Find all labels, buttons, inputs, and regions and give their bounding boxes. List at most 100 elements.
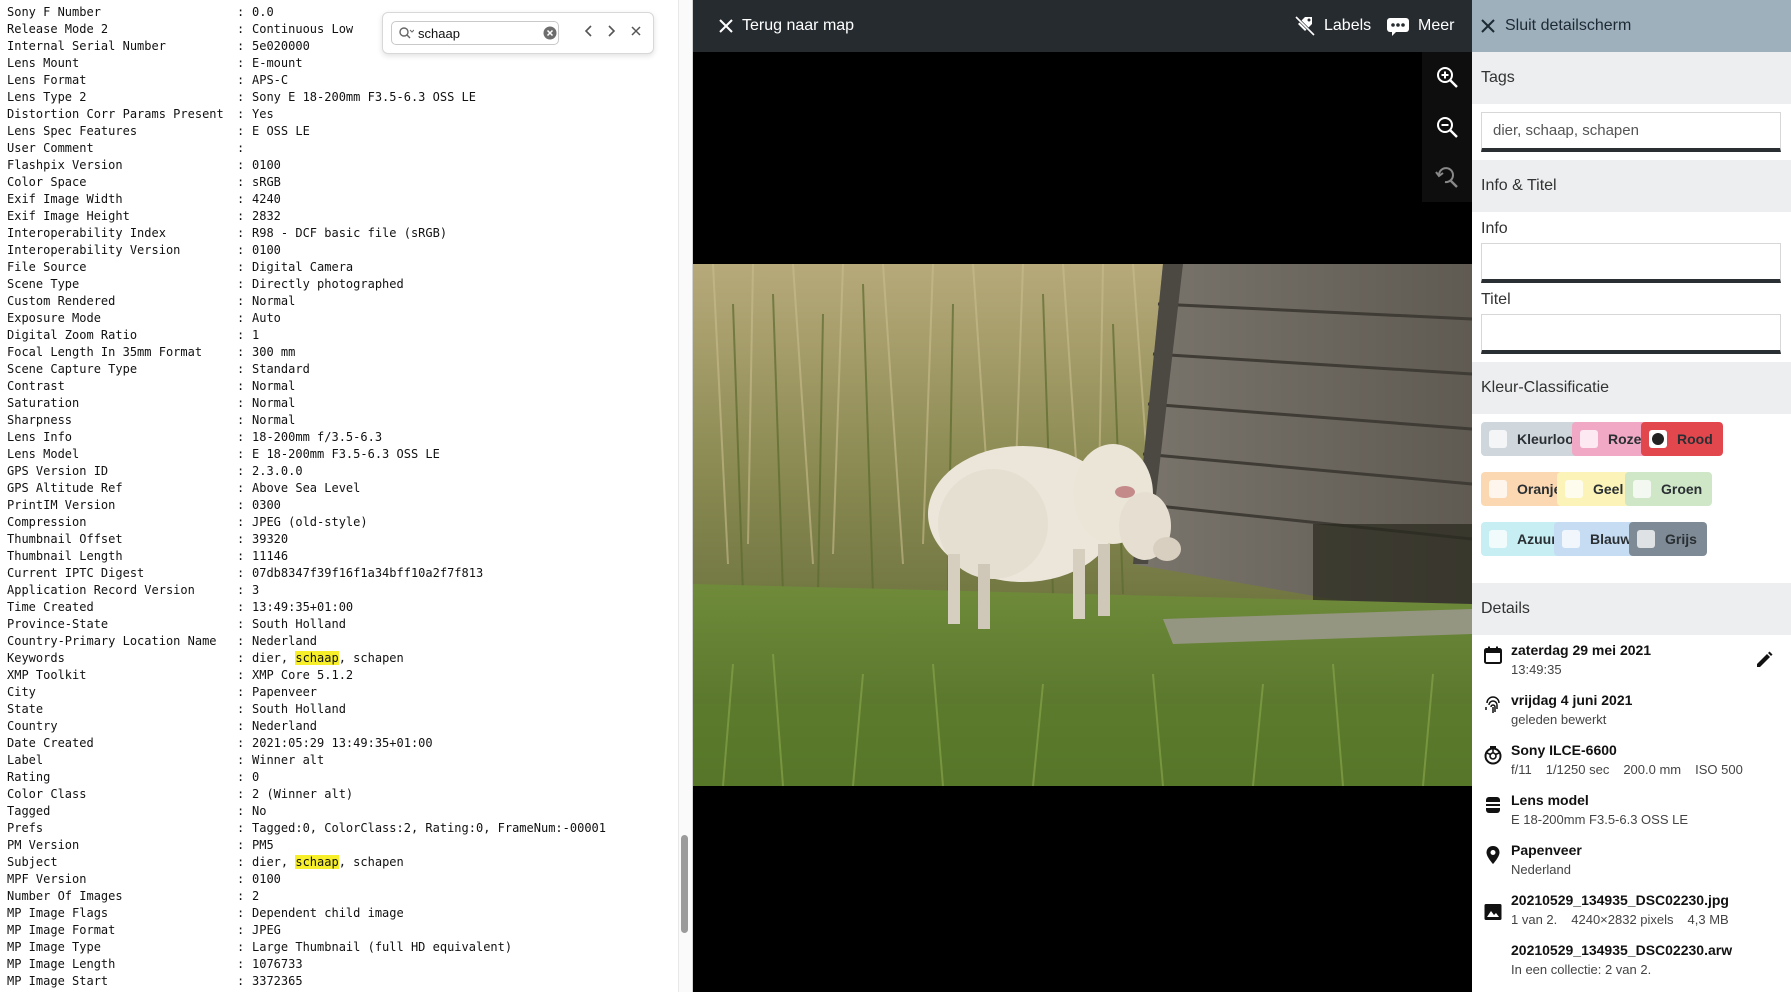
exif-separator: : [237, 192, 245, 206]
exif-key: MP Image Start [7, 974, 109, 988]
camera-settings: f/11 1/1250 sec 200.0 mm ISO 500 [1511, 762, 1757, 777]
find-previous-icon[interactable] [583, 24, 595, 38]
exif-row: Current IPTC Digest:07db8347f39f16f1a34b… [7, 565, 606, 582]
exif-key: XMP Toolkit [7, 668, 87, 682]
exif-row: Contrast: Normal [7, 378, 606, 395]
color-chip-label: Roze [1608, 431, 1642, 447]
exif-separator: : [237, 22, 245, 36]
info-input[interactable] [1481, 243, 1781, 283]
exif-key: Scene Type [7, 277, 80, 291]
iso-value: ISO 500 [1695, 762, 1743, 777]
exif-value: 0.0 [252, 5, 274, 19]
exif-value: Above Sea Level [252, 481, 361, 495]
exif-value: 0 [252, 770, 260, 784]
color-chip-roze[interactable]: Roze [1572, 422, 1652, 456]
color-chip-label: Grijs [1665, 531, 1697, 547]
find-input[interactable] [418, 24, 538, 42]
detail-edited: vrijdag 4 juni 2021 geleden bewerkt [1472, 692, 1791, 732]
exif-row: Saturation: Normal [7, 395, 606, 412]
exif-value: Sony E 18-200mm F3.5-6.3 OSS LE [252, 90, 476, 104]
fingerprint-icon [1485, 696, 1500, 713]
info-label: Info [1481, 220, 1508, 237]
find-next-icon[interactable] [605, 24, 617, 38]
exif-value: Winner alt [252, 753, 325, 767]
exif-row: Interoperability Version:0100 [7, 242, 606, 259]
detail-lens: Lens model E 18-200mm F3.5-6.3 OSS LE [1472, 792, 1791, 832]
close-details-button[interactable]: Sluit detailscherm [1472, 0, 1791, 52]
color-chip-geel[interactable]: Geel [1557, 472, 1634, 506]
exif-row: File Source: Digital Camera [7, 259, 606, 276]
exif-key: Exposure Mode [7, 311, 101, 325]
exif-separator: : [237, 90, 245, 104]
exif-separator: : [237, 447, 245, 461]
edit-pencil-icon[interactable] [1754, 650, 1774, 670]
exif-value: No [252, 804, 267, 818]
exif-row: Thumbnail Offset:39320 [7, 531, 606, 548]
color-chip-rood[interactable]: Rood [1641, 422, 1723, 456]
clear-search-icon[interactable] [543, 26, 557, 40]
exif-key: Saturation [7, 396, 80, 410]
exif-value: Nederland [252, 719, 318, 733]
close-icon [1481, 19, 1495, 33]
exif-row: MPF Version:0100 [7, 871, 606, 888]
scrollbar-thumb[interactable] [681, 835, 688, 933]
raw-primary: 20210529_134935_DSC02230.arw [1511, 942, 1733, 958]
zoom-reset-icon[interactable] [1435, 165, 1459, 189]
exif-key: MP Image Format [7, 923, 116, 937]
exif-value: Papenveer [252, 685, 318, 699]
exif-row: Lens Type 2: Sony E 18-200mm F3.5-6.3 OSS… [7, 89, 606, 106]
exif-key: Focal Length In 35mm Format [7, 345, 203, 359]
labels-button[interactable]: Labels [1294, 0, 1371, 52]
info-title-section-heading: Info & Titel [1472, 160, 1791, 212]
more-button[interactable]: Meer [1386, 0, 1454, 52]
search-highlight: schaap [295, 855, 339, 869]
find-close-icon[interactable] [629, 24, 643, 38]
title-input[interactable] [1481, 314, 1781, 354]
exif-value: E 18-200mm F3.5-6.3 OSS LE [252, 447, 440, 461]
exif-separator: : [237, 413, 245, 427]
exif-value: JPEG [252, 923, 281, 937]
exif-key: Digital Zoom Ratio [7, 328, 138, 342]
back-to-folder-button[interactable]: Terug naar map [718, 0, 854, 52]
exif-value: Normal [252, 294, 296, 308]
exif-row: Color Class:2 (Winner alt) [7, 786, 606, 803]
exif-row: PrintIM Version:0300 [7, 497, 606, 514]
tags-section-heading: Tags [1472, 52, 1791, 104]
zoom-out-icon[interactable] [1435, 115, 1459, 139]
exif-separator: : [237, 226, 245, 240]
exif-separator: : [237, 804, 245, 818]
exif-key: Current IPTC Digest [7, 566, 145, 580]
exif-separator: : [237, 243, 245, 257]
exif-value: Auto [252, 311, 281, 325]
color-chip-grijs[interactable]: Grijs [1629, 522, 1707, 556]
exif-key: Label [7, 753, 44, 767]
lens-secondary: E 18-200mm F3.5-6.3 OSS LE [1511, 812, 1689, 827]
exif-row: MP Image Format: JPEG [7, 922, 606, 939]
exif-row: MP Image Length:1076733 [7, 956, 606, 973]
details-section-heading: Details [1472, 583, 1791, 635]
exif-row: Scene Capture Type: Standard [7, 361, 606, 378]
color-chip-groen[interactable]: Groen [1625, 472, 1713, 506]
exif-value: Normal [252, 396, 296, 410]
exif-key: MP Image Type [7, 940, 101, 954]
detail-date: zaterdag 29 mei 2021 13:49:35 [1472, 642, 1791, 682]
exif-key: Sony F Number [7, 5, 101, 19]
photo-image[interactable] [693, 264, 1472, 786]
tags-input[interactable] [1481, 112, 1781, 152]
zoom-in-icon[interactable] [1435, 65, 1459, 89]
find-field[interactable] [391, 21, 559, 45]
exif-key: Interoperability Index [7, 226, 166, 240]
exif-key: Color Space [7, 175, 87, 189]
exif-row: Flashpix Version:0100 [7, 157, 606, 174]
exif-row: Exposure Mode: Auto [7, 310, 606, 327]
exif-separator: : [237, 362, 245, 376]
exif-key: Rating [7, 770, 51, 784]
exif-value: 0100 [252, 872, 281, 886]
exif-separator: : [237, 889, 245, 903]
exif-key: Date Created [7, 736, 94, 750]
exif-row: Application Record Version:3 [7, 582, 606, 599]
exif-row: MP Image Type: Large Thumbnail (full HD e… [7, 939, 606, 956]
exif-key: Exif Image Height [7, 209, 130, 223]
exif-separator: : [237, 566, 245, 580]
exif-separator: : [237, 719, 245, 733]
